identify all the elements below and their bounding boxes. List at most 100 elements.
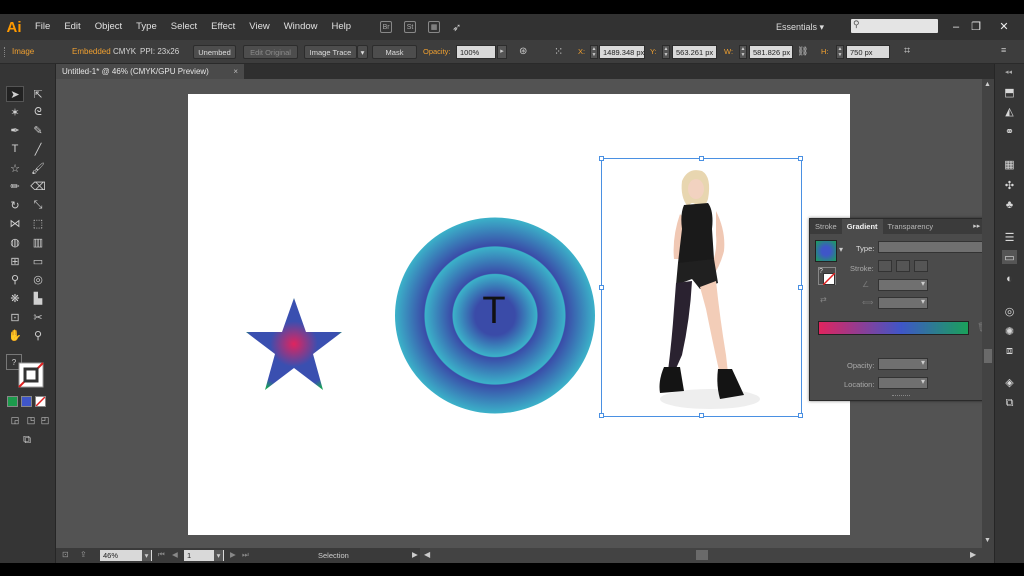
resize-handle-right[interactable] [798,285,803,290]
image-trace-panel-icon[interactable]: ⧈ [1002,344,1017,358]
resize-handle-top-left[interactable] [599,156,604,161]
color-guide-icon[interactable]: ◭ [1002,104,1017,118]
direct-selection-tool-icon[interactable]: ⇱ [29,86,47,102]
hand-tool-icon[interactable]: ✋ [6,327,24,343]
star-tool-icon[interactable]: ☆ [6,160,24,176]
type-tool-icon[interactable]: T [6,141,24,157]
graphic-styles-icon[interactable]: ✺ [1002,324,1017,338]
object-type-label[interactable]: Image [12,40,34,64]
restore-button[interactable]: ❐ [966,14,986,40]
gradient-star[interactable] [242,296,346,392]
help-search-input[interactable]: ⚲ [851,19,938,33]
zoom-tool-icon[interactable]: ⚲ [29,327,47,343]
gradient-type-select[interactable] [878,241,990,253]
opacity-field[interactable]: 100% [456,45,496,59]
w-stepper[interactable]: ▲ ▼ [739,45,747,59]
arrange-documents-icon[interactable]: ▦ [428,21,441,33]
gradient-slider[interactable] [818,321,969,335]
close-window-button[interactable]: ✕ [994,14,1014,40]
resize-handle-top-right[interactable] [798,156,803,161]
pen-tool-icon[interactable]: ✒ [6,122,24,138]
column-graph-tool-icon[interactable]: ▙ [29,290,47,306]
artboard-number-field[interactable]: 1 ▾ [184,550,224,561]
scroll-down-icon[interactable]: ▼ [984,537,991,544]
brushes-icon[interactable]: ✣ [1002,178,1017,192]
symbols-icon[interactable]: ♣ [1002,198,1017,212]
slice-tool-icon[interactable]: ✂ [29,309,47,325]
mesh-tool-icon[interactable]: ⊞ [6,253,24,269]
y-stepper[interactable]: ▲ ▼ [662,45,670,59]
scroll-right-icon[interactable]: ▶ [970,550,976,559]
dock-collapse-icon[interactable]: ◂◂ [1005,68,1012,76]
panel-resize-grip[interactable] [892,395,910,398]
stop-opacity-select[interactable] [878,358,928,370]
gradient-tool-icon[interactable]: ▭ [29,253,47,269]
workspace-switcher[interactable]: Essentials ▾ [776,14,824,40]
tab-transparency[interactable]: Transparency [883,219,939,234]
resize-handle-bottom[interactable] [699,413,704,418]
next-artboard-icon[interactable]: ▶ [230,550,236,559]
eyedropper-tool-icon[interactable]: ⚲ [6,271,24,287]
width-tool-icon[interactable]: ⋈ [6,215,24,231]
color-panel-icon[interactable]: ⬒ [1002,85,1017,99]
scroll-left-icon[interactable]: ◀ [424,550,430,559]
stroke-along-icon[interactable] [896,260,910,272]
circle-text[interactable]: T [482,291,506,331]
artboard-tool-icon[interactable]: ⊡ [6,309,24,325]
unembed-button[interactable]: Unembed [193,45,236,59]
eraser-tool-icon[interactable]: ⌫ [29,178,47,194]
w-field[interactable]: 581.826 px [749,45,793,59]
aspect-ratio-select[interactable] [878,297,928,309]
minimize-button[interactable]: – [946,14,966,40]
link-proportions-icon[interactable]: ⛓ [797,46,808,57]
gpu-performance-icon[interactable]: ➶ [452,21,461,34]
stock-icon[interactable]: St [404,21,417,33]
swatches-icon[interactable]: ▦ [1002,157,1017,171]
resize-handle-top[interactable] [699,156,704,161]
stop-location-select[interactable] [878,377,928,389]
menu-window[interactable]: Window [277,14,325,40]
transform-icon[interactable]: ⌗ [904,45,910,58]
h-field[interactable]: 750 px [846,45,890,59]
opacity-slider-button[interactable]: ▸ [497,45,507,59]
horizontal-scrollbar[interactable]: ◀ ▶ [420,548,994,563]
tab-gradient[interactable]: Gradient [841,219,883,234]
color-themes-icon[interactable]: ⚭ [1002,124,1017,138]
chevron-down-icon[interactable]: ▾ [839,245,843,254]
recolor-icon[interactable]: ⊛ [519,46,527,57]
status-menu-icon[interactable]: ▶ [412,550,418,559]
reference-point-icon[interactable]: ⁙ [554,45,563,58]
menu-type[interactable]: Type [129,14,164,40]
edit-original-button[interactable]: Edit Original [243,45,298,59]
layers-icon[interactable]: ◈ [1002,375,1017,389]
rotate-tool-icon[interactable]: ↻ [6,197,24,213]
blend-tool-icon[interactable]: ◎ [29,271,47,287]
first-artboard-icon[interactable]: ⏮ [158,550,165,560]
fill-stroke-swatch[interactable] [18,362,44,388]
selection-bounding-box[interactable] [599,156,803,418]
magic-wand-tool-icon[interactable]: ✶ [6,104,24,120]
paintbrush-tool-icon[interactable]: 🖌 [29,160,47,176]
vertical-scrollbar[interactable]: ▲ ▼ [982,79,994,548]
zoom-field[interactable]: 46% ▾ [100,550,152,561]
chevron-down-icon[interactable]: ▾ [214,550,223,561]
image-trace-button[interactable]: Image Trace [304,45,357,59]
document-tab[interactable]: Untitled-1* @ 46% (CMYK/GPU Preview) × [56,64,244,79]
menu-help[interactable]: Help [325,14,359,40]
artboard-options-icon[interactable]: ⊡ [62,550,69,559]
scale-tool-icon[interactable]: ⤡ [29,197,47,213]
resize-handle-left[interactable] [599,285,604,290]
line-tool-icon[interactable]: ╱ [29,141,47,157]
resize-handle-bottom-right[interactable] [798,413,803,418]
x-stepper[interactable]: ▲ ▼ [590,45,598,59]
transparency-icon[interactable]: ◐ [1002,272,1017,286]
scroll-up-icon[interactable]: ▲ [984,81,991,88]
panel-menu-icon[interactable]: ≡ [1001,45,1006,55]
symbol-sprayer-tool-icon[interactable]: ❋ [6,290,24,306]
previous-artboard-icon[interactable]: ◀ [172,550,178,559]
reverse-gradient-icon[interactable]: ⇄ [820,295,827,304]
tab-stroke[interactable]: Stroke [810,219,842,234]
gradient-panel-icon[interactable]: ▭ [1002,250,1017,264]
menu-view[interactable]: View [242,14,276,40]
gradient-mode-button[interactable] [21,396,32,407]
